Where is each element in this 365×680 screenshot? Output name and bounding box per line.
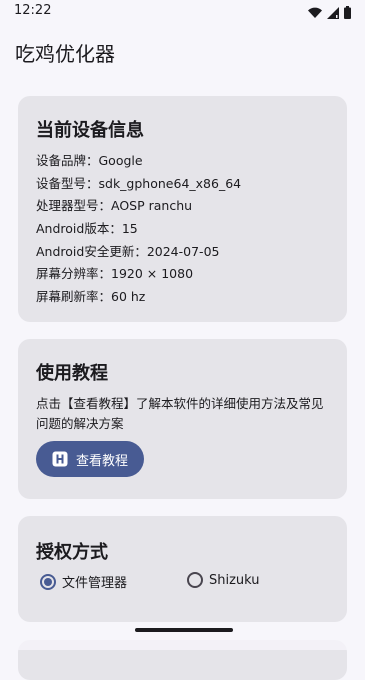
auth-title: 授权方式	[36, 542, 108, 563]
status-icons	[308, 4, 351, 23]
auth-card: 授权方式 文件管理器 Shizuku	[18, 516, 347, 622]
status-time: 12:22	[14, 3, 52, 18]
app-title: 吃鸡优化器	[15, 42, 115, 66]
refresh-rate-row: 屏幕刷新率：60 hz	[36, 289, 146, 305]
processor-row: 处理器型号：AOSP ranchu	[36, 198, 193, 214]
auth-option-file-manager[interactable]: 文件管理器	[40, 572, 127, 591]
android-version-row: Android版本：15	[36, 221, 138, 237]
device-model-row: 设备型号：sdk_gphone64_x86_64	[36, 175, 242, 191]
radio-unselected-icon[interactable]	[187, 572, 203, 588]
tutorial-description: 点击【查看教程】了解本软件的详细使用方法及常见问题的解决方案	[36, 396, 324, 431]
tutorial-card: 使用教程 点击【查看教程】了解本软件的详细使用方法及常见问题的解决方案 查看教程	[18, 339, 347, 499]
status-bar: 12:22	[0, 0, 365, 24]
device-info-title: 当前设备信息	[36, 120, 144, 141]
signal-icon	[327, 4, 339, 23]
view-tutorial-button[interactable]: 查看教程	[36, 441, 144, 477]
tutorial-title: 使用教程	[36, 363, 108, 384]
wifi-icon	[308, 4, 322, 23]
auth-option-label: 文件管理器	[62, 576, 128, 591]
auth-option-shizuku[interactable]: Shizuku	[187, 572, 260, 588]
security-update-row: Android安全更新：2024-07-05	[36, 243, 220, 259]
device-brand-row: 设备品牌：Google	[36, 153, 143, 168]
battery-icon	[344, 4, 351, 23]
h-icon	[52, 451, 68, 467]
device-info-card: 当前设备信息 设备品牌：Google 设备型号：sdk_gphone64_x86…	[18, 96, 347, 322]
home-indicator[interactable]	[135, 628, 233, 632]
radio-selected-icon[interactable]	[40, 573, 56, 590]
view-tutorial-label: 查看教程	[75, 453, 128, 469]
device-info-list: 设备品牌：Google 设备型号：sdk_gphone64_x86_64 处理器…	[36, 150, 241, 309]
auth-option-label: Shizuku	[209, 572, 260, 588]
resolution-row: 屏幕分辨率：1920 × 1080	[36, 266, 194, 282]
